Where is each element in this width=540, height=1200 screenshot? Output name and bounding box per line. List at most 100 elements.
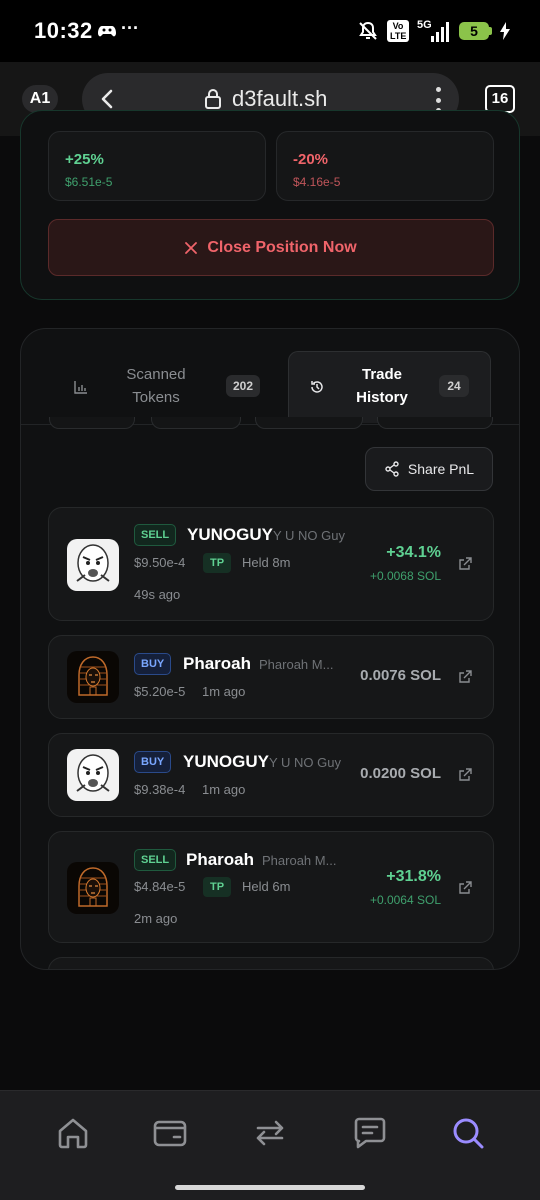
position-card: +25% $6.51e-5 -20% $4.16e-5 Close Positi… xyxy=(20,110,520,300)
held-duration: Held 8m xyxy=(242,555,291,570)
tab-history-count: 24 xyxy=(439,375,469,397)
token-avatar xyxy=(67,749,119,801)
bottom-navigation xyxy=(0,1090,540,1200)
token-ticker: Pharoah xyxy=(183,654,252,673)
close-position-button[interactable]: Close Position Now xyxy=(48,219,494,276)
external-link-icon[interactable] xyxy=(457,880,473,896)
take-profit-price: $6.51e-5 xyxy=(65,175,113,189)
status-bar: 10:32 ··· Vo LTE 5G 5 xyxy=(0,0,540,62)
pnl-sol: +0.0068 SOL xyxy=(369,569,441,583)
token-name: Y U NO Guy xyxy=(273,528,346,543)
bar-chart-icon xyxy=(74,381,87,394)
battery-level: 5 xyxy=(459,22,489,40)
swap-icon[interactable] xyxy=(252,1115,288,1151)
share-pnl-button[interactable]: Share PnL xyxy=(365,447,493,491)
trade-row[interactable]: SELL Pharoah Pharoah M... $4.84e-5 TP He… xyxy=(48,831,494,943)
history-icon xyxy=(311,381,323,393)
tab-switcher-button[interactable]: 16 xyxy=(485,85,515,113)
share-pnl-label: Share PnL xyxy=(407,461,475,477)
battery-tip xyxy=(489,27,492,35)
gesture-bar xyxy=(175,1185,365,1190)
trade-age: 49s ago xyxy=(134,587,181,602)
wallet-icon[interactable] xyxy=(152,1115,188,1151)
share-icon xyxy=(385,461,399,477)
volte-indicator: Vo LTE xyxy=(387,20,409,42)
bell-muted-icon xyxy=(359,21,377,40)
back-arrow-icon[interactable] xyxy=(94,85,122,113)
pharaoh-image xyxy=(78,867,108,907)
external-link-icon[interactable] xyxy=(457,556,473,572)
trade-price: $9.38e-4 xyxy=(134,782,186,797)
take-profit-box: +25% $6.51e-5 xyxy=(48,131,266,201)
network-label: 5G xyxy=(417,19,432,31)
status-dots: ··· xyxy=(121,18,139,38)
trade-age: 1m ago xyxy=(202,684,246,699)
history-card: Scanned Tokens 202 Trade History 24 Shar… xyxy=(20,328,520,970)
stop-loss-price: $4.16e-5 xyxy=(293,175,341,189)
signal-bars-icon xyxy=(431,22,449,42)
trade-age: 1m ago xyxy=(202,782,246,797)
external-link-icon[interactable] xyxy=(457,767,473,783)
trade-amount: 0.0076 SOL xyxy=(360,667,441,684)
profile-button[interactable]: A1 xyxy=(22,85,58,113)
tab-scanned-label: Scanned Tokens xyxy=(126,366,186,406)
filter-chip[interactable] xyxy=(151,417,241,429)
game-controller-icon xyxy=(98,26,116,37)
external-link-icon[interactable] xyxy=(457,669,473,685)
token-ticker: YUNOGUY xyxy=(183,752,269,771)
tab-history-label: Trade History xyxy=(356,366,408,406)
token-name: Pharoah M... xyxy=(259,657,334,672)
trade-age: 2m ago xyxy=(134,911,178,926)
lock-icon xyxy=(205,89,221,109)
home-icon[interactable] xyxy=(55,1115,91,1151)
token-ticker: Pharoah xyxy=(186,850,255,869)
status-time: 10:32 xyxy=(34,18,93,43)
status-indicators: Vo LTE 5G 5 xyxy=(357,20,510,42)
trade-row[interactable] xyxy=(48,957,494,969)
pnl-sol: +0.0064 SOL xyxy=(369,893,441,907)
trade-price: $5.20e-5 xyxy=(134,684,186,699)
trade-row[interactable]: BUY YUNOGUY Y U NO Guy $9.38e-4 1m ago 0… xyxy=(48,733,494,817)
trade-price: $9.50e-4 xyxy=(134,555,186,570)
token-avatar xyxy=(67,651,119,703)
take-profit-percent: +25% xyxy=(65,151,104,168)
charging-icon xyxy=(500,22,510,40)
token-ticker: YUNOGUY xyxy=(187,525,273,544)
filter-chip[interactable] xyxy=(255,417,363,429)
tp-badge: TP xyxy=(203,877,231,897)
tab-scanned-tokens[interactable]: Scanned Tokens 202 xyxy=(51,351,291,423)
tab-scanned-count: 202 xyxy=(226,375,260,397)
stop-loss-box: -20% $4.16e-5 xyxy=(276,131,494,201)
chat-icon[interactable] xyxy=(352,1115,388,1151)
search-icon[interactable] xyxy=(450,1115,486,1151)
trade-price: $4.84e-5 xyxy=(134,879,186,894)
tab-trade-history[interactable]: Trade History 24 xyxy=(288,351,491,423)
tp-badge: TP xyxy=(203,553,231,573)
close-position-label: Close Position Now xyxy=(207,238,357,256)
signal-indicator: 5G xyxy=(417,20,451,42)
token-avatar xyxy=(67,539,119,591)
trade-amount: 0.0200 SOL xyxy=(360,765,441,782)
token-name: Pharoah M... xyxy=(262,853,337,868)
filter-chip[interactable] xyxy=(377,417,493,429)
meme-face-image xyxy=(76,544,110,582)
token-avatar xyxy=(67,862,119,914)
pnl-percent: +31.8% xyxy=(386,868,441,885)
pnl-percent: +34.1% xyxy=(386,544,441,561)
trade-row[interactable]: BUY Pharoah Pharoah M... $5.20e-5 1m ago… xyxy=(48,635,494,719)
close-icon xyxy=(185,241,198,254)
side-badge: BUY xyxy=(134,653,172,675)
battery-indicator: 5 xyxy=(459,22,492,40)
side-badge: SELL xyxy=(134,849,177,871)
url-text[interactable]: d3fault.sh xyxy=(232,86,327,112)
held-duration: Held 6m xyxy=(242,879,291,894)
meme-face-image xyxy=(76,754,110,792)
stop-loss-percent: -20% xyxy=(293,151,329,168)
side-badge: BUY xyxy=(134,751,172,773)
side-badge: SELL xyxy=(134,524,177,546)
filter-chip[interactable] xyxy=(49,417,135,429)
pharaoh-image xyxy=(78,656,108,696)
trade-row[interactable]: SELL YUNOGUY Y U NO Guy $9.50e-4 TP Held… xyxy=(48,507,494,621)
tab-bar: Scanned Tokens 202 Trade History 24 xyxy=(21,329,519,425)
token-name: Y U NO Guy xyxy=(269,755,342,770)
